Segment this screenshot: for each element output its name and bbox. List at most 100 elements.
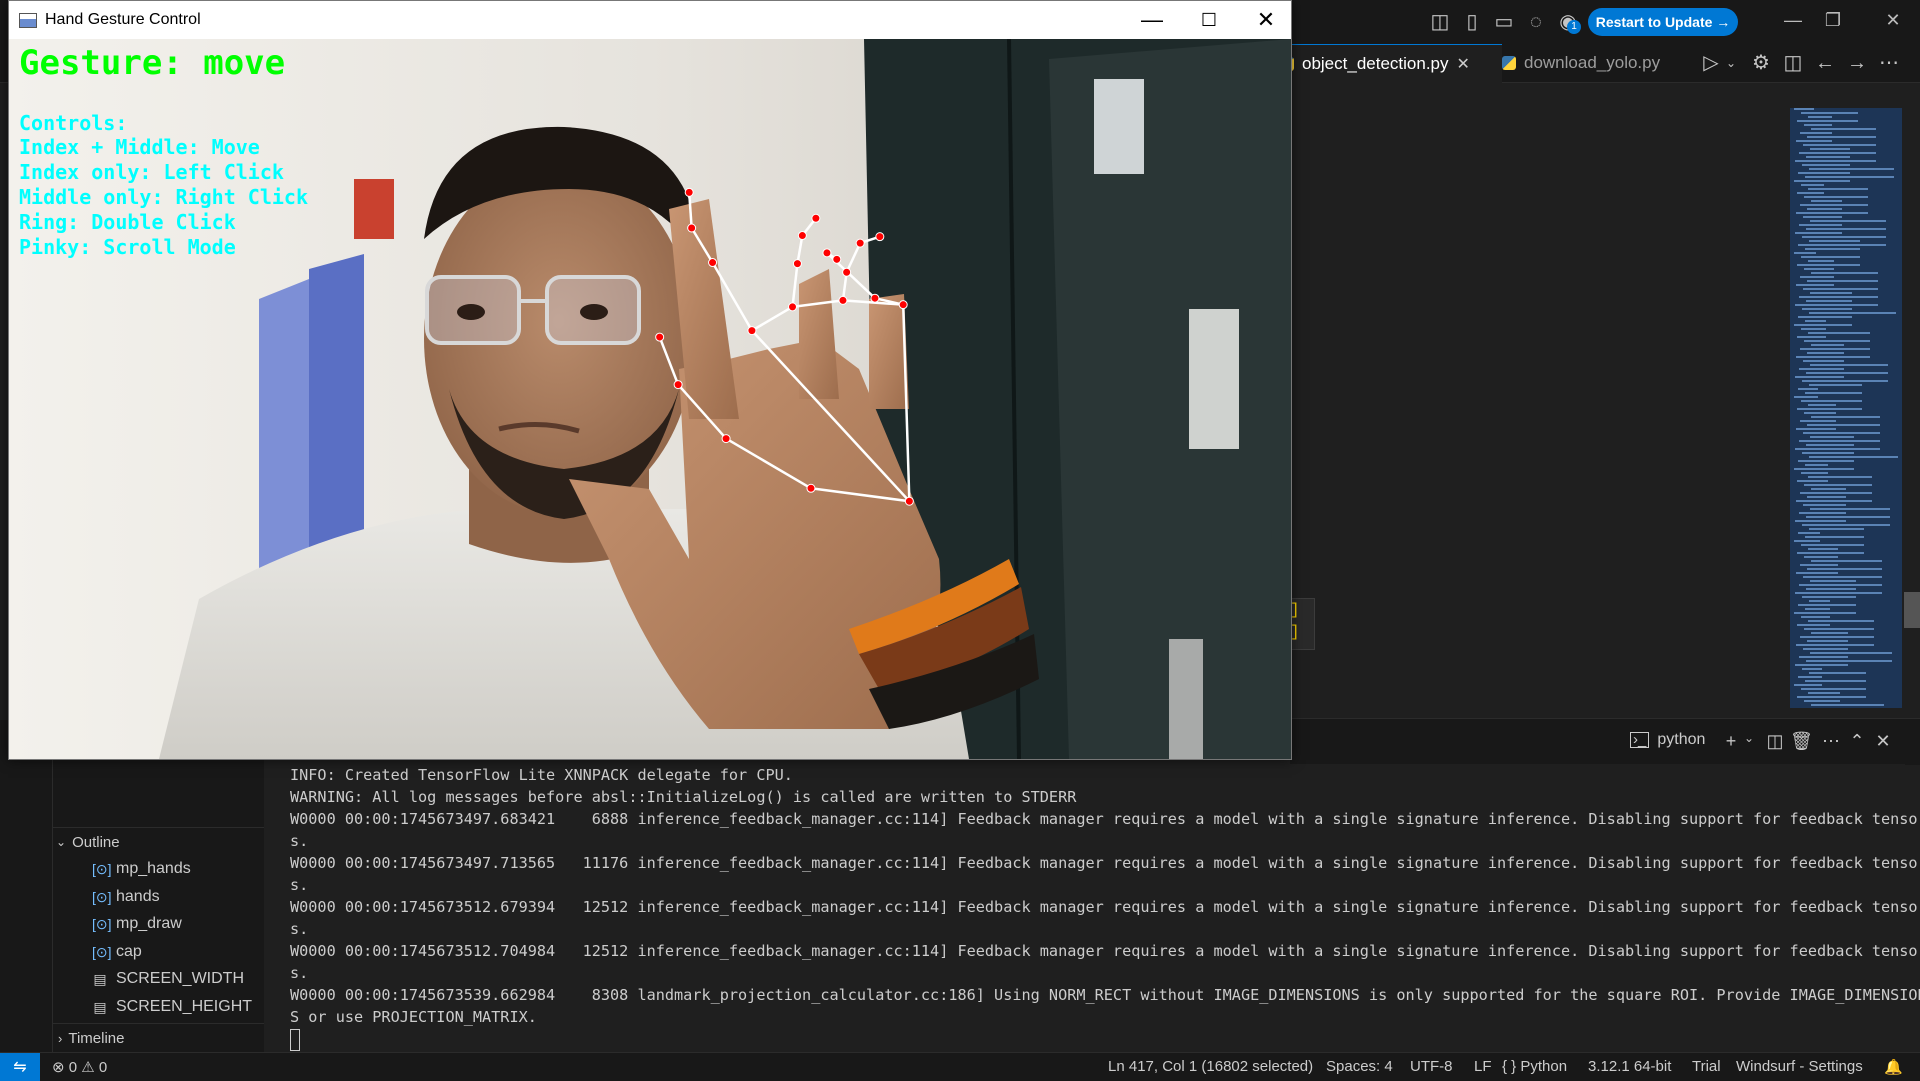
close-tab-icon[interactable]: ✕ bbox=[1457, 54, 1470, 74]
minimap-line bbox=[1798, 172, 1850, 174]
outline-item-mp-hands[interactable]: [⊙] mp_hands bbox=[92, 856, 191, 882]
tab-download-yolo[interactable]: download_yolo.py bbox=[1490, 44, 1694, 82]
terminal-line: s. bbox=[290, 964, 309, 982]
minimap-line bbox=[1799, 152, 1876, 154]
minimap[interactable] bbox=[1790, 108, 1902, 708]
maximize-panel-icon[interactable]: ⌃ bbox=[1846, 731, 1868, 752]
problems-status[interactable]: ⊗ 0 ⚠ 0 bbox=[52, 1058, 107, 1076]
encoding[interactable]: UTF-8 bbox=[1410, 1058, 1453, 1075]
split-terminal-icon[interactable]: ◫ bbox=[1764, 731, 1786, 752]
minimize-icon[interactable]: — bbox=[1132, 5, 1172, 35]
outline-item-hands[interactable]: [⊙] hands bbox=[92, 884, 160, 910]
minimap-line bbox=[1809, 672, 1866, 674]
close-panel-icon[interactable]: ✕ bbox=[1872, 731, 1894, 752]
minimap-line bbox=[1797, 192, 1824, 194]
outline-item-screen-height[interactable]: ▤ SCREEN_HEIGHT bbox=[92, 994, 252, 1020]
python-interpreter[interactable]: 3.12.1 64-bit bbox=[1588, 1058, 1671, 1075]
minimap-line bbox=[1799, 512, 1846, 514]
more-actions-icon[interactable]: ⋯ bbox=[1876, 50, 1902, 76]
minimap-line bbox=[1795, 232, 1842, 234]
outline-section-header[interactable]: ⌄ Outline bbox=[52, 827, 264, 856]
chevron-right-icon: › bbox=[58, 1030, 63, 1046]
minimap-line bbox=[1801, 184, 1824, 186]
forward-arrow-icon[interactable]: → bbox=[1844, 50, 1870, 76]
tab-label: object_detection.py bbox=[1302, 54, 1449, 73]
editor-scrollbar[interactable] bbox=[1904, 592, 1920, 628]
minimap-line bbox=[1808, 548, 1838, 550]
minimap-line bbox=[1808, 332, 1870, 334]
windsurf-settings[interactable]: Windsurf - Settings bbox=[1736, 1058, 1863, 1075]
settings-gear-icon[interactable]: ⚙ bbox=[1748, 50, 1774, 76]
minimap-line bbox=[1811, 488, 1846, 490]
minimap-line bbox=[1794, 324, 1852, 326]
split-editor-icon[interactable]: ◫ bbox=[1780, 50, 1806, 76]
minimap-line bbox=[1798, 676, 1822, 678]
ide-close-icon[interactable]: ✕ bbox=[1878, 10, 1908, 31]
minimap-line bbox=[1809, 384, 1862, 386]
minimap-line bbox=[1810, 652, 1892, 654]
minimap-line bbox=[1802, 164, 1850, 166]
layout-customize-icon[interactable]: ◫ bbox=[1427, 9, 1453, 35]
panel-more-icon[interactable]: ⋯ bbox=[1820, 731, 1842, 752]
windsurf-icon[interactable]: ◌ bbox=[1523, 9, 1549, 35]
minimap-line bbox=[1803, 576, 1882, 578]
minimap-line bbox=[1810, 436, 1854, 438]
window-title-bar[interactable]: Hand Gesture Control — ☐ ✕ bbox=[9, 1, 1291, 39]
minimap-line bbox=[1807, 424, 1880, 426]
minimap-line bbox=[1804, 340, 1870, 342]
minimap-line bbox=[1800, 564, 1838, 566]
terminal-name: python bbox=[1657, 731, 1706, 748]
landmark-point bbox=[708, 258, 718, 268]
end-of-line[interactable]: LF bbox=[1474, 1058, 1492, 1075]
minimap-line bbox=[1807, 208, 1842, 210]
kill-terminal-icon[interactable]: 🗑 bbox=[1790, 731, 1813, 752]
outline-item-screen-width[interactable]: ▤ SCREEN_WIDTH bbox=[92, 966, 244, 992]
landmark-point bbox=[822, 248, 832, 258]
minimap-line bbox=[1809, 312, 1896, 314]
minimap-line bbox=[1808, 620, 1874, 622]
wall-hook bbox=[1189, 309, 1239, 449]
language-mode[interactable]: { } Python bbox=[1502, 1058, 1567, 1075]
run-dropdown-icon[interactable]: ⌄ bbox=[1718, 50, 1744, 76]
remote-icon[interactable]: ⇋ bbox=[0, 1053, 40, 1081]
toggle-primary-sidebar-icon[interactable]: ▯ bbox=[1459, 9, 1485, 35]
toggle-panel-icon[interactable]: ▭ bbox=[1491, 9, 1517, 35]
minimap-line bbox=[1803, 504, 1846, 506]
terminal-output[interactable]: INFO: Created TensorFlow Lite XNNPACK de… bbox=[265, 764, 1920, 1052]
minimap-line bbox=[1797, 624, 1830, 626]
controls-heading: Controls: bbox=[19, 111, 128, 135]
variable-icon: [⊙] bbox=[92, 943, 112, 960]
ide-minimize-icon[interactable]: — bbox=[1778, 10, 1808, 31]
minimap-line bbox=[1804, 700, 1840, 702]
tab-object-detection[interactable]: object_detection.py ✕ bbox=[1268, 44, 1502, 83]
timeline-section-header[interactable]: › Timeline bbox=[52, 1023, 264, 1052]
cursor-position[interactable]: Ln 417, Col 1 (16802 selected) bbox=[1108, 1058, 1313, 1075]
landmark-point bbox=[898, 300, 908, 310]
minimap-line bbox=[1799, 584, 1882, 586]
landmark-point bbox=[797, 231, 807, 241]
back-arrow-icon[interactable]: ← bbox=[1812, 50, 1838, 76]
minimap-line bbox=[1796, 572, 1838, 574]
terminal-dropdown-icon[interactable]: ⌄ bbox=[1738, 731, 1760, 745]
minimap-line bbox=[1797, 696, 1866, 698]
trial-status[interactable]: Trial bbox=[1692, 1058, 1721, 1075]
minimap-line bbox=[1795, 592, 1882, 594]
ide-restore-icon[interactable]: ❐ bbox=[1818, 10, 1848, 31]
outline-item-cap[interactable]: [⊙] cap bbox=[92, 939, 142, 965]
minimap-line bbox=[1795, 160, 1876, 162]
minimap-line bbox=[1804, 628, 1874, 630]
minimap-line bbox=[1797, 264, 1860, 266]
close-icon[interactable]: ✕ bbox=[1246, 5, 1286, 35]
bell-icon[interactable]: 🔔 bbox=[1884, 1058, 1903, 1076]
minimap-line bbox=[1802, 380, 1888, 382]
minimap-line bbox=[1800, 348, 1870, 350]
terminal-tab[interactable]: ›_ python bbox=[1630, 731, 1705, 749]
outline-item-mp-draw[interactable]: [⊙] mp_draw bbox=[92, 911, 182, 937]
minimap-line bbox=[1810, 220, 1886, 222]
landmark-point bbox=[904, 496, 914, 506]
indentation[interactable]: Spaces: 4 bbox=[1326, 1058, 1393, 1075]
maximize-icon[interactable]: ☐ bbox=[1189, 5, 1229, 35]
restart-to-update-button[interactable]: Restart to Update → bbox=[1588, 8, 1738, 36]
minimap-line bbox=[1798, 316, 1852, 318]
outline-item-label: cap bbox=[116, 943, 142, 960]
